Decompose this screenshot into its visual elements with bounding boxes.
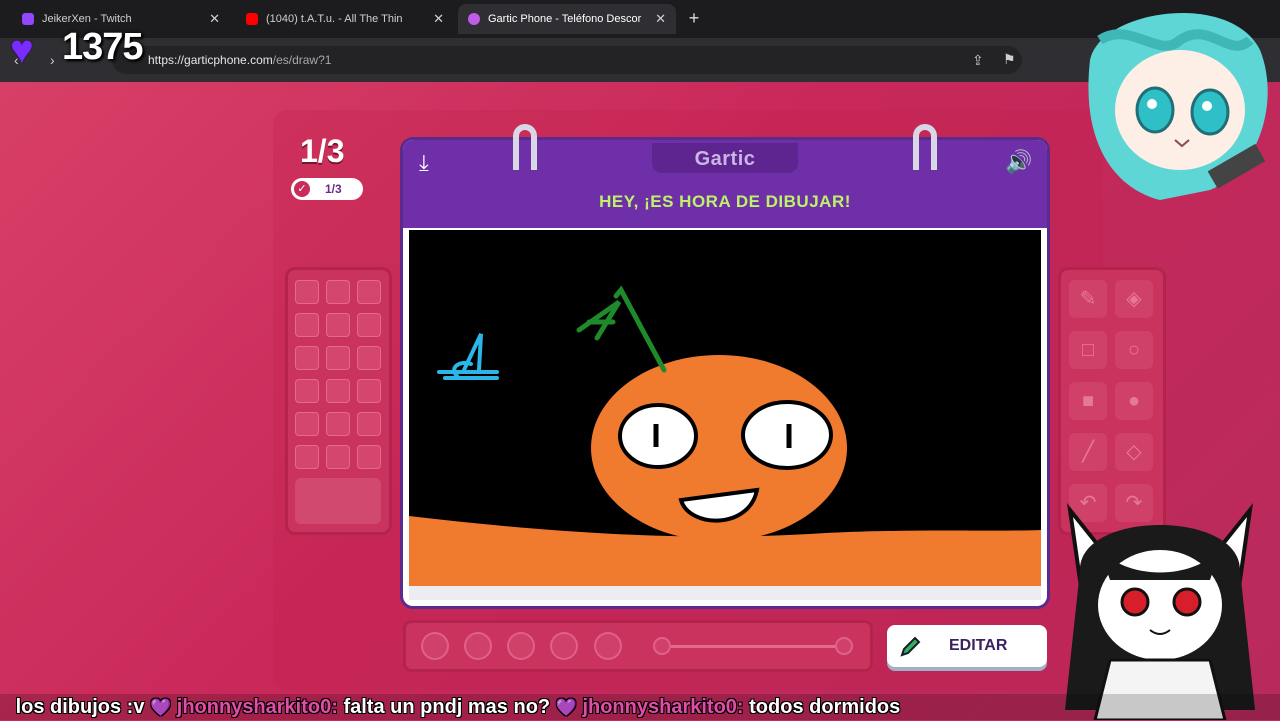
ellipse-outline-tool-icon[interactable]: ○ xyxy=(1115,331,1153,369)
forward-arrow-icon[interactable]: › xyxy=(50,52,55,68)
close-icon[interactable]: ✕ xyxy=(209,11,220,27)
chat-message: todos dormidos xyxy=(749,696,901,718)
draw-headline: HEY, ¡ES HORA DE DIBUJAR! xyxy=(599,192,851,211)
chat-message: falta un pndj mas no? xyxy=(343,696,551,718)
rectangle-fill-tool-icon[interactable]: ■ xyxy=(1069,382,1107,420)
heart-icon: ♥ xyxy=(10,28,34,72)
color-swatch[interactable] xyxy=(326,412,350,436)
brush-size-2[interactable] xyxy=(464,632,492,660)
color-swatch[interactable] xyxy=(357,379,381,403)
color-swatch[interactable] xyxy=(357,412,381,436)
chat-emote-icon: 💜 xyxy=(150,698,172,717)
green-leaf xyxy=(576,299,622,341)
chat-message: los dibujos :v xyxy=(15,696,145,718)
gartic-logo: Gartic xyxy=(694,148,756,170)
tab-title: JeikerXen - Twitch xyxy=(42,13,132,25)
color-swatch[interactable] xyxy=(357,445,381,469)
chat-username: jhonnysharkito0: xyxy=(176,696,338,718)
color-swatch[interactable] xyxy=(295,412,319,436)
tab-title: Gartic Phone - Teléfono Descor xyxy=(488,13,642,25)
cat-girl-avatar xyxy=(1065,503,1255,720)
brush-size-1[interactable] xyxy=(421,632,449,660)
current-color-swatch[interactable] xyxy=(295,478,381,524)
download-icon[interactable]: ⤓ xyxy=(419,150,429,176)
color-swatch[interactable] xyxy=(326,346,350,370)
color-swatch[interactable] xyxy=(326,379,350,403)
opacity-slider-knob[interactable] xyxy=(835,637,853,655)
volume-icon[interactable]: 🔊 xyxy=(1005,149,1032,175)
brush-size-4[interactable] xyxy=(550,632,578,660)
gartic-icon xyxy=(468,13,480,25)
color-swatch[interactable] xyxy=(295,280,319,304)
sketchbook-footer xyxy=(409,586,1041,600)
teal-hair-avatar xyxy=(1088,12,1268,200)
fill-bucket-tool-icon[interactable]: ◇ xyxy=(1115,433,1153,471)
binder-ring-left xyxy=(513,124,537,170)
drawing-canvas[interactable] xyxy=(409,230,1041,586)
chat-emote-icon: 💜 xyxy=(555,698,577,717)
round-counter: 1/3 xyxy=(300,133,345,169)
drawing xyxy=(409,285,1041,586)
tab-title: (1040) t.A.T.u. - All The Thin xyxy=(266,13,403,25)
pencil-icon xyxy=(900,636,921,657)
color-swatch[interactable] xyxy=(357,313,381,337)
youtube-icon xyxy=(246,13,258,25)
chat-username: jhonnysharkito0: xyxy=(582,696,744,718)
line-tool-icon[interactable]: ╱ xyxy=(1069,433,1107,471)
url-text: https://garticphone.com/es/draw?1 xyxy=(148,53,332,67)
color-swatch[interactable] xyxy=(326,313,350,337)
close-icon[interactable]: ✕ xyxy=(433,11,444,27)
color-swatch[interactable] xyxy=(295,445,319,469)
tab-youtube[interactable]: (1040) t.A.T.u. - All The Thin ✕ xyxy=(236,4,454,34)
pen-tool-icon[interactable]: ✎ xyxy=(1069,280,1107,318)
brush-size-3[interactable] xyxy=(507,632,535,660)
twitch-icon xyxy=(22,13,34,25)
color-swatch[interactable] xyxy=(326,280,350,304)
bookmark-icon[interactable]: ⚑ xyxy=(1003,51,1016,68)
rectangle-outline-tool-icon[interactable]: □ xyxy=(1069,331,1107,369)
color-swatch[interactable] xyxy=(295,379,319,403)
round-pill-label: 1/3 xyxy=(325,182,342,196)
chat-ticker: los dibujos :v 💜 jhonnysharkito0: falta … xyxy=(0,694,1280,720)
check-icon: ✓ xyxy=(294,181,310,197)
url-field[interactable]: https://garticphone.com/es/draw?1 xyxy=(112,46,1022,74)
brush-size-5[interactable] xyxy=(594,632,622,660)
close-icon[interactable]: ✕ xyxy=(655,11,666,27)
gartic-logo-tab: Gartic xyxy=(652,143,798,173)
share-icon[interactable]: ⇪ xyxy=(972,52,984,69)
tab-gartic[interactable]: Gartic Phone - Teléfono Descor ✕ xyxy=(458,4,676,34)
edit-button-label: EDITAR xyxy=(949,637,1008,654)
new-tab-button[interactable]: + xyxy=(684,8,704,28)
green-stem xyxy=(613,285,667,373)
color-swatch[interactable] xyxy=(326,445,350,469)
edit-button[interactable]: EDITAR xyxy=(887,625,1047,667)
opacity-slider-min-knob[interactable] xyxy=(653,637,671,655)
cyan-doodle xyxy=(437,333,499,380)
round-pill: ✓ 1/3 xyxy=(291,178,363,200)
heart-counter: 1375 xyxy=(62,26,144,68)
color-swatch[interactable] xyxy=(357,280,381,304)
opacity-slider[interactable] xyxy=(662,645,844,648)
color-swatch[interactable] xyxy=(295,346,319,370)
color-swatch[interactable] xyxy=(295,313,319,337)
color-swatch[interactable] xyxy=(357,346,381,370)
binder-ring-right xyxy=(913,124,937,170)
eraser-tool-icon[interactable]: ◈ xyxy=(1115,280,1153,318)
ellipse-fill-tool-icon[interactable]: ● xyxy=(1115,382,1153,420)
